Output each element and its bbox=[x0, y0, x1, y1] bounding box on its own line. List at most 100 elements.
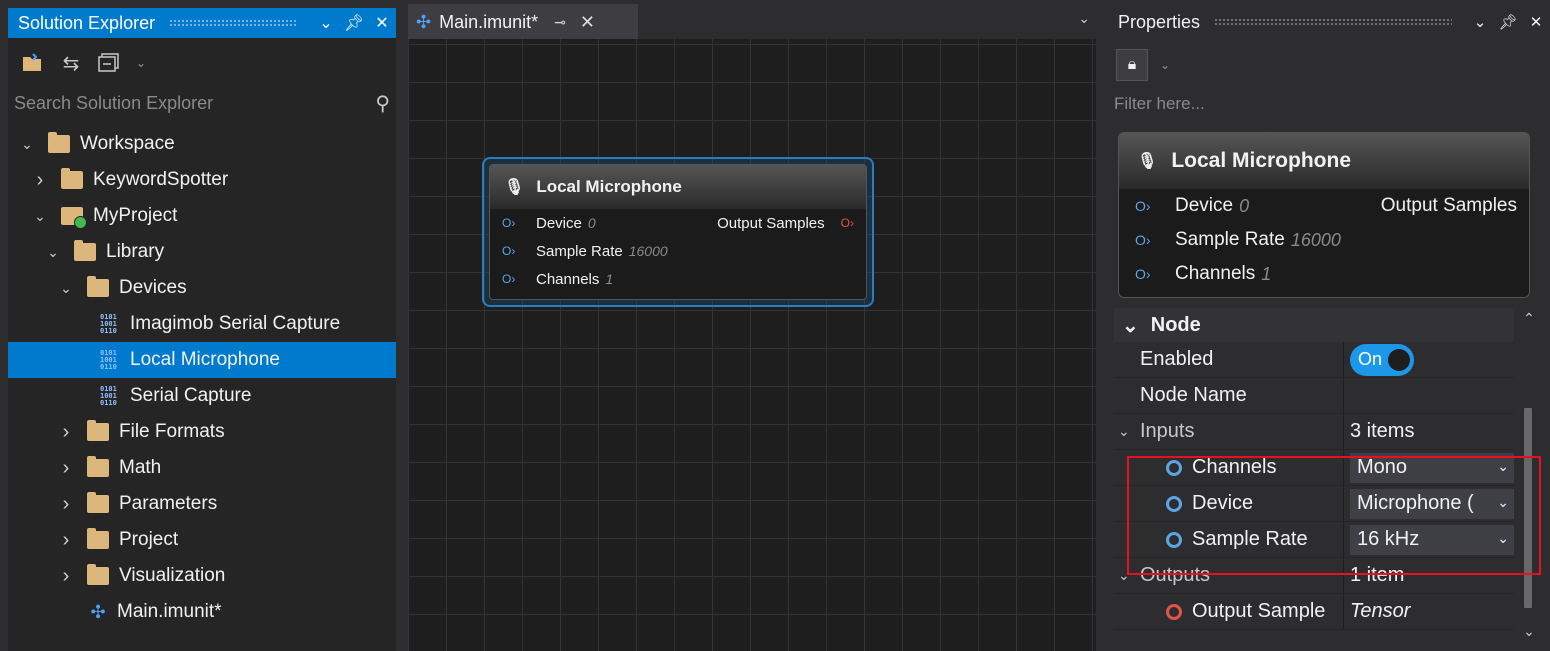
chevron-right-icon[interactable]: › bbox=[31, 169, 49, 192]
drag-grip[interactable] bbox=[1214, 18, 1452, 26]
chevron-right-icon[interactable]: › bbox=[57, 493, 75, 516]
output-pin-icon[interactable]: O› bbox=[841, 216, 854, 230]
search-icon[interactable]: ⚲ bbox=[375, 91, 390, 116]
chevron-down-icon[interactable]: ⌄ bbox=[18, 136, 36, 153]
chevron-right-icon[interactable]: › bbox=[57, 457, 75, 480]
tree-item[interactable]: ⌄ Workspace bbox=[8, 126, 396, 162]
solution-explorer-panel: Solution Explorer ⌄ 📌︎ ✕ ⇆ ⌄ Search Solu… bbox=[8, 8, 396, 651]
tab-pin-icon[interactable]: ⊸ bbox=[554, 14, 566, 31]
chevron-down-icon[interactable]: ⌄ bbox=[1520, 623, 1538, 640]
tree-item-label: Parameters bbox=[119, 493, 218, 514]
properties-titlebar: Properties ⌄ 📌︎ ✕ bbox=[1106, 0, 1550, 44]
microphone-icon: 🎙︎ bbox=[1137, 153, 1158, 170]
property-value: Tensor bbox=[1344, 594, 1514, 629]
lock-icon[interactable]: 🔒︎ bbox=[1116, 49, 1148, 81]
tree-item[interactable]: ⌄ MyProject bbox=[8, 198, 396, 234]
close-icon[interactable]: ✕ bbox=[1522, 13, 1550, 31]
inputs-label: Inputs bbox=[1140, 420, 1195, 442]
tree-item-label: Imagimob Serial Capture bbox=[130, 313, 341, 334]
input-pin-icon[interactable]: O› bbox=[502, 216, 518, 230]
tab-overflow-icon[interactable]: ⌄ bbox=[1078, 10, 1090, 27]
tree-item-label: Visualization bbox=[119, 565, 226, 586]
tree-item[interactable]: ⌄ Library bbox=[8, 234, 396, 270]
property-enabled: Enabled On bbox=[1114, 342, 1514, 378]
search-input[interactable]: Search Solution Explorer bbox=[14, 93, 375, 114]
chevron-down-icon[interactable]: ⌄ bbox=[1122, 313, 1139, 338]
node-name-field[interactable] bbox=[1344, 378, 1514, 413]
toolbar-overflow-icon[interactable]: ⌄ bbox=[136, 56, 146, 70]
chevron-down-icon[interactable]: ⌄ bbox=[57, 280, 75, 297]
chevron-down-icon[interactable]: ⌄ bbox=[1118, 423, 1140, 440]
input-pin-icon[interactable]: O› bbox=[502, 244, 518, 258]
tree-item[interactable]: 0101 1001 0110 Imagimob Serial Capture bbox=[8, 306, 396, 342]
input-pin-icon[interactable]: O› bbox=[502, 272, 518, 286]
graph-node-local-microphone[interactable]: 🎙︎ Local Microphone O› Device 0 Output S… bbox=[482, 157, 874, 307]
close-icon[interactable]: ✕ bbox=[368, 13, 396, 33]
properties-toolbar: 🔒︎ ⌄ bbox=[1106, 44, 1550, 86]
dropdown-icon[interactable]: ⌄ bbox=[312, 13, 340, 33]
folder-icon bbox=[87, 492, 109, 513]
tree-item[interactable]: ✣ Main.imunit* bbox=[8, 594, 396, 630]
chevron-down-icon[interactable]: ⌄ bbox=[31, 208, 49, 225]
port-name: Sample Rate bbox=[1175, 229, 1285, 250]
folder-icon bbox=[87, 276, 109, 297]
filter-input[interactable]: Filter here... bbox=[1106, 86, 1550, 122]
category-node[interactable]: ⌄ Node bbox=[1114, 308, 1514, 342]
card-port-device: O› Device 0 Output Samples bbox=[1119, 189, 1529, 223]
folder-icon bbox=[87, 456, 109, 477]
enabled-toggle[interactable]: On bbox=[1350, 343, 1414, 376]
pin-icon[interactable]: 📌︎ bbox=[1494, 13, 1522, 31]
chevron-right-icon[interactable]: › bbox=[57, 421, 75, 444]
tab-close-icon[interactable]: ✕ bbox=[580, 12, 595, 33]
binary-file-icon: 0101 1001 0110 bbox=[100, 348, 117, 371]
chevron-down-icon[interactable]: ⌄ bbox=[44, 244, 62, 261]
pin-icon[interactable]: 📌︎ bbox=[340, 13, 368, 33]
port-value: 1 bbox=[605, 271, 614, 287]
search-bar[interactable]: Search Solution Explorer ⚲ bbox=[8, 88, 396, 118]
tree-item-label: Math bbox=[119, 457, 162, 478]
dropdown-icon[interactable]: ⌄ bbox=[1466, 13, 1494, 31]
port-name: Device bbox=[1175, 195, 1234, 216]
tree-item[interactable]: › Math bbox=[8, 450, 396, 486]
tree-item[interactable]: ⌄ Devices bbox=[8, 270, 396, 306]
microphone-icon: 🎙︎ bbox=[504, 179, 525, 196]
toolbar-overflow-icon[interactable]: ⌄ bbox=[1160, 58, 1170, 72]
port-value: 1 bbox=[1261, 263, 1272, 284]
property-inputs[interactable]: ⌄ Inputs 3 items bbox=[1114, 414, 1514, 450]
editor-area: ✣ Main.imunit* ⊸ ✕ ⌄ 🎙︎ Local Microphone… bbox=[408, 0, 1096, 651]
graph-canvas[interactable]: 🎙︎ Local Microphone O› Device 0 Output S… bbox=[408, 39, 1096, 651]
card-port-sample-rate: O› Sample Rate 16000 bbox=[1119, 223, 1529, 257]
tree-item[interactable]: › KeywordSpotter bbox=[8, 162, 396, 198]
drag-grip[interactable] bbox=[169, 19, 298, 27]
solution-tree: ⌄ Workspace › KeywordSpotter ⌄ MyProject ⌄ Libr… bbox=[8, 126, 396, 630]
chevron-right-icon[interactable]: › bbox=[57, 529, 75, 552]
tab-main-imunit[interactable]: ✣ Main.imunit* ⊸ ✕ bbox=[408, 4, 638, 39]
tree-item[interactable]: 0101 1001 0110 Serial Capture bbox=[8, 378, 396, 414]
node-header[interactable]: 🎙︎ Local Microphone bbox=[490, 165, 866, 209]
input-pin-icon: O› bbox=[1135, 232, 1151, 248]
property-value: 3 items bbox=[1344, 414, 1514, 449]
folder-icon bbox=[48, 132, 70, 153]
properties-title: Properties bbox=[1118, 11, 1201, 32]
tree-item[interactable]: › Parameters bbox=[8, 486, 396, 522]
tree-item-label: File Formats bbox=[119, 421, 225, 442]
tab-label: Main.imunit* bbox=[439, 12, 539, 32]
project-icon bbox=[61, 207, 87, 229]
property-node-name: Node Name bbox=[1114, 378, 1514, 414]
chevron-up-icon[interactable]: ⌃ bbox=[1520, 310, 1538, 327]
tree-item[interactable]: › File Formats bbox=[8, 414, 396, 450]
node-preview-card: 🎙︎ Local Microphone O› Device 0 Output S… bbox=[1118, 132, 1530, 298]
tree-item[interactable]: › Visualization bbox=[8, 558, 396, 594]
tab-bar: ✣ Main.imunit* ⊸ ✕ ⌄ bbox=[408, 0, 1096, 39]
tree-item[interactable]: › Project bbox=[8, 522, 396, 558]
sync-icon[interactable]: ⇆ bbox=[56, 48, 86, 78]
collapse-all-icon[interactable] bbox=[94, 48, 124, 78]
toggle-label: On bbox=[1358, 349, 1383, 369]
node-port-channels: O› Channels 1 bbox=[490, 265, 866, 293]
tree-item-label: Workspace bbox=[80, 133, 175, 154]
property-value: On bbox=[1344, 342, 1514, 377]
tree-item-label: Serial Capture bbox=[130, 385, 252, 406]
chevron-right-icon[interactable]: › bbox=[57, 565, 75, 588]
open-folder-icon[interactable] bbox=[18, 48, 48, 78]
tree-item[interactable]: 0101 1001 0110 Local Microphone bbox=[8, 342, 396, 378]
